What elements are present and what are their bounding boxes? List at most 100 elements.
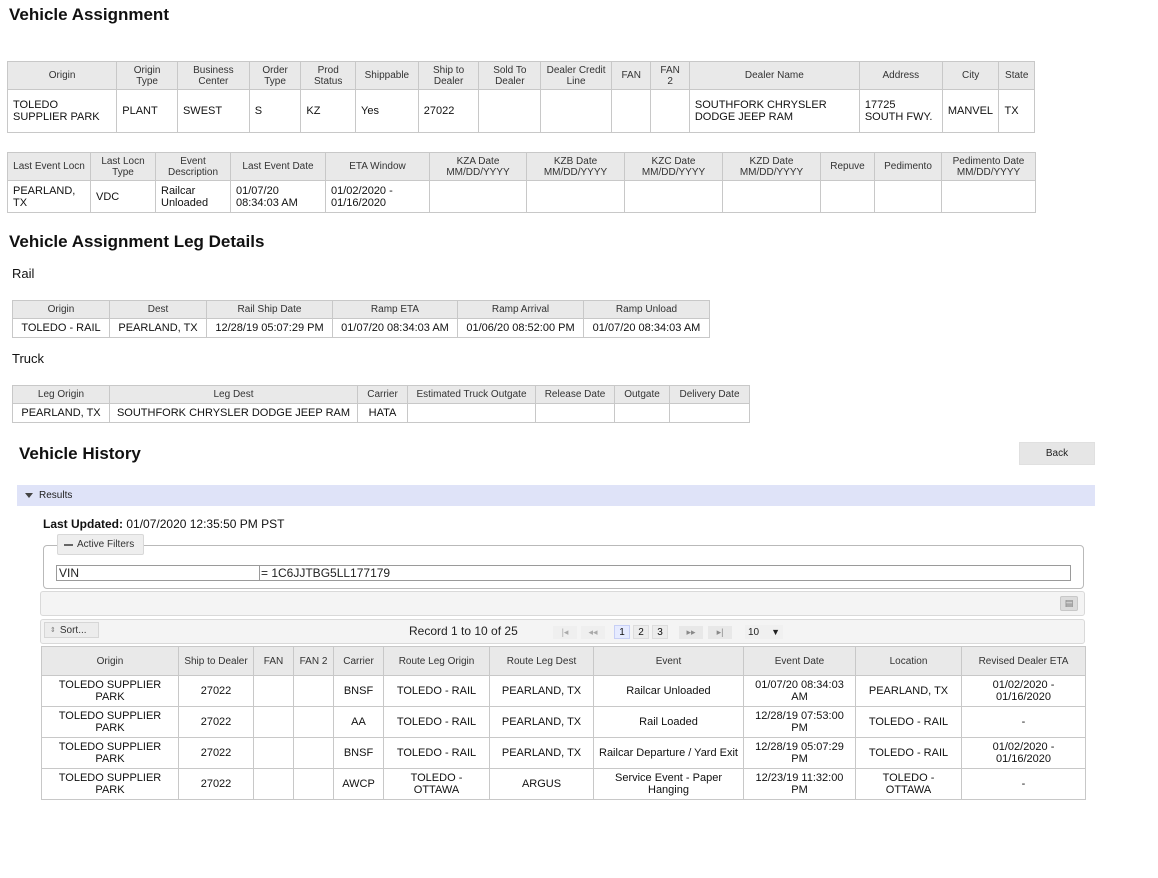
- cell: Railcar Departure / Yard Exit: [593, 737, 744, 769]
- col-last-event-locn: Last Event Locn: [7, 152, 91, 181]
- col-repuve: Repuve: [820, 152, 875, 181]
- record-count: Record 1 to 10 of 25: [409, 624, 518, 638]
- page-1-button[interactable]: 1: [614, 625, 630, 639]
- sort-icon: ⇕: [50, 627, 56, 634]
- cell: 01/02/2020 - 01/16/2020: [325, 180, 430, 213]
- last-page-button[interactable]: ▸|: [708, 626, 732, 639]
- col-event[interactable]: Event: [593, 646, 744, 676]
- cell: Railcar Unloaded: [593, 675, 744, 707]
- col-event-date[interactable]: Event Date: [743, 646, 856, 676]
- cell: Yes: [355, 89, 419, 133]
- active-filters-label: Active Filters: [77, 539, 135, 550]
- col-ship-to-dealer[interactable]: Ship to Dealer: [178, 646, 254, 676]
- cell: AWCP: [333, 768, 384, 800]
- table-row[interactable]: TOLEDO SUPPLIER PARK 27022 AA TOLEDO - R…: [41, 706, 1086, 738]
- sort-label: Sort...: [59, 624, 87, 636]
- leg-details-title: Vehicle Assignment Leg Details: [9, 232, 265, 251]
- cell: 27022: [178, 737, 254, 769]
- first-page-button[interactable]: |◂: [553, 626, 577, 639]
- cell: [253, 706, 294, 738]
- cell: [624, 180, 723, 213]
- cell: MANVEL: [941, 89, 1000, 133]
- col-carrier[interactable]: Carrier: [333, 646, 384, 676]
- table-row: PEARLAND, TX VDC Railcar Unloaded 01/07/…: [7, 180, 1036, 213]
- col-route-leg-dest[interactable]: Route Leg Dest: [489, 646, 594, 676]
- sort-button[interactable]: ⇕ Sort...: [44, 622, 99, 638]
- col-rail-ship-date: Rail Ship Date: [206, 300, 333, 319]
- cell: [540, 89, 612, 133]
- cell: 01/07/20 08:34:03 AM: [230, 180, 326, 213]
- cell: [526, 180, 625, 213]
- cell: [669, 403, 750, 423]
- cell: 17725 SOUTH FWY.: [858, 89, 943, 133]
- cell: [941, 180, 1036, 213]
- next-page-button[interactable]: ▸▸: [679, 626, 703, 639]
- cell: [253, 675, 294, 707]
- col-dealer-credit-line: Dealer Credit Line: [540, 61, 612, 90]
- col-dest: Dest: [109, 300, 207, 319]
- cell: TOLEDO - RAIL: [855, 706, 962, 738]
- table-row[interactable]: TOLEDO SUPPLIER PARK 27022 BNSF TOLEDO -…: [41, 737, 1086, 769]
- cell: SWEST: [176, 89, 250, 133]
- cell: [293, 675, 334, 707]
- back-button[interactable]: Back: [1019, 442, 1095, 465]
- col-fan-2[interactable]: FAN 2: [293, 646, 334, 676]
- cell: [874, 180, 942, 213]
- prev-page-button[interactable]: ◂◂: [581, 626, 605, 639]
- cell: TX: [998, 89, 1035, 133]
- col-last-locn-type: Last Locn Type: [90, 152, 156, 181]
- table-row: TOLEDO - RAIL PEARLAND, TX 12/28/19 05:0…: [12, 318, 710, 338]
- col-prod-status: Prod Status: [300, 61, 357, 90]
- col-route-leg-origin[interactable]: Route Leg Origin: [383, 646, 490, 676]
- cell: KZ: [300, 89, 357, 133]
- page-3-button[interactable]: 3: [652, 625, 668, 639]
- cell: PEARLAND, TX: [489, 737, 594, 769]
- cell: PEARLAND, TX: [489, 675, 594, 707]
- cell: 12/28/19 07:53:00 PM: [743, 706, 856, 738]
- cell: AA: [333, 706, 384, 738]
- cell: TOLEDO - RAIL: [855, 737, 962, 769]
- col-ramp-arrival: Ramp Arrival: [457, 300, 584, 319]
- col-sold-to-dealer: Sold To Dealer: [478, 61, 542, 90]
- cell: 01/02/2020 - 01/16/2020: [961, 675, 1086, 707]
- col-origin[interactable]: Origin: [41, 646, 179, 676]
- cell: Railcar Unloaded: [155, 180, 231, 213]
- last-updated: Last Updated: 01/07/2020 12:35:50 PM PST: [43, 517, 284, 531]
- cell: [610, 89, 652, 133]
- cell: 01/07/20 08:34:03 AM: [743, 675, 856, 707]
- active-filters-toggle[interactable]: Active Filters: [57, 534, 144, 555]
- chevron-down-icon: ▼: [771, 627, 780, 637]
- page-title: Vehicle Assignment: [9, 5, 169, 24]
- col-fan: FAN: [610, 61, 652, 90]
- col-delivery-date: Delivery Date: [669, 385, 750, 404]
- col-ramp-eta: Ramp ETA: [332, 300, 458, 319]
- page-2-button[interactable]: 2: [633, 625, 649, 639]
- rail-table: Origin Dest Rail Ship Date Ramp ETA Ramp…: [12, 300, 710, 338]
- cell: PEARLAND, TX: [489, 706, 594, 738]
- cell: [650, 89, 690, 133]
- cell: BNSF: [333, 675, 384, 707]
- cell: TOLEDO - RAIL: [383, 675, 490, 707]
- last-updated-value: 01/07/2020 12:35:50 PM PST: [126, 517, 285, 531]
- cell: 01/07/20 08:34:03 AM: [583, 318, 710, 338]
- results-toggle[interactable]: Results: [17, 485, 1095, 506]
- col-location[interactable]: Location: [855, 646, 962, 676]
- cell: 12/28/19 05:07:29 PM: [743, 737, 856, 769]
- cell: 12/23/19 11:32:00 PM: [743, 768, 856, 800]
- cell: 27022: [178, 706, 254, 738]
- table-row[interactable]: TOLEDO SUPPLIER PARK 27022 BNSF TOLEDO -…: [41, 675, 1086, 707]
- page-size-select[interactable]: 10 ▼: [745, 625, 783, 639]
- col-revised-dealer-eta[interactable]: Revised Dealer ETA: [961, 646, 1086, 676]
- cell: TOLEDO SUPPLIER PARK: [41, 675, 179, 707]
- filter-field: VIN: [57, 566, 260, 580]
- last-updated-label: Last Updated:: [43, 517, 124, 531]
- table-row[interactable]: TOLEDO SUPPLIER PARK 27022 AWCP TOLEDO -…: [41, 768, 1086, 800]
- col-city: City: [941, 61, 1000, 90]
- print-icon[interactable]: ▤: [1060, 596, 1078, 611]
- cell: 01/07/20 08:34:03 AM: [332, 318, 458, 338]
- col-fan[interactable]: FAN: [253, 646, 294, 676]
- chevron-down-icon: [25, 493, 33, 498]
- cell: 27022: [178, 675, 254, 707]
- col-shippable: Shippable: [355, 61, 419, 90]
- cell: TOLEDO - OTTAWA: [855, 768, 962, 800]
